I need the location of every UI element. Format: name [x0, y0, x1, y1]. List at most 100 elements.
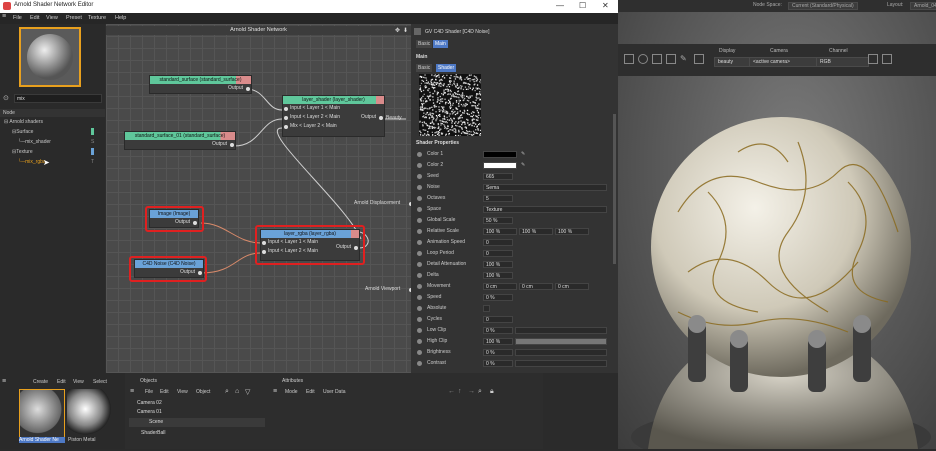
eyedropper-icon[interactable]: ✎	[521, 150, 525, 159]
port-input-dot[interactable]	[284, 116, 288, 120]
snapshot-icon[interactable]	[882, 54, 892, 64]
keyframe-icon[interactable]	[417, 284, 422, 289]
mat-menu-select[interactable]: Select	[93, 379, 107, 385]
filter-icon[interactable]: ▽	[245, 388, 250, 396]
attr-dropdown[interactable]: Sema	[483, 184, 607, 191]
attr-field-y[interactable]: 100 %	[519, 228, 553, 235]
attr-field[interactable]: 0	[483, 316, 513, 323]
attr-field-x[interactable]: 100 %	[483, 228, 517, 235]
attr-slider[interactable]	[515, 360, 607, 367]
obj-menu-view[interactable]: View	[177, 389, 188, 395]
keyframe-icon[interactable]	[417, 152, 422, 157]
attr-scrollbar[interactable]	[613, 114, 616, 264]
att-menu-edit[interactable]: Edit	[306, 389, 315, 395]
mat-menu-edit[interactable]: Edit	[57, 379, 66, 385]
att-menu-user-data[interactable]: User Data	[323, 389, 346, 395]
attr-slider[interactable]	[515, 327, 607, 334]
keyframe-icon[interactable]	[417, 339, 422, 344]
keyframe-icon[interactable]	[417, 174, 422, 179]
attr-dropdown[interactable]: Texture	[483, 206, 607, 213]
absolute-checkbox[interactable]	[483, 305, 490, 312]
attr-field-z[interactable]: 100 %	[555, 228, 589, 235]
attr-field[interactable]: 0 %	[483, 327, 513, 334]
search-icon[interactable]: ⌕	[225, 388, 229, 396]
keyframe-icon[interactable]	[417, 328, 422, 333]
keyframe-icon[interactable]	[417, 273, 422, 278]
tab-main[interactable]: Main	[433, 40, 448, 48]
hamburger-icon[interactable]: ≡	[2, 378, 6, 385]
port-output-dot[interactable]	[246, 87, 250, 91]
attr-field[interactable]: 0	[483, 239, 513, 246]
hamburger-icon[interactable]: ≡	[130, 388, 134, 395]
keyframe-icon[interactable]	[417, 262, 422, 267]
attr-field[interactable]: 665	[483, 173, 513, 180]
nav-back-icon[interactable]: ←	[448, 388, 455, 395]
subtab-shader[interactable]: Shader	[436, 64, 456, 72]
attr-field[interactable]: 100 %	[483, 272, 513, 279]
menu-texture[interactable]: Texture	[88, 15, 106, 21]
attr-field[interactable]: 0	[483, 250, 513, 257]
attr-slider[interactable]	[515, 349, 607, 356]
keyframe-icon[interactable]	[417, 317, 422, 322]
pencil-icon[interactable]: ✎	[680, 54, 690, 64]
port-output-dot[interactable]	[379, 116, 383, 120]
subtab-basic[interactable]: Basic	[416, 64, 432, 72]
lock-icon[interactable]: 🔒︎	[490, 388, 494, 396]
attr-field[interactable]: 0 %	[483, 294, 513, 301]
object-row-scene[interactable]: Scene	[129, 418, 265, 427]
obj-menu-file[interactable]: File	[145, 389, 153, 395]
att-menu-mode[interactable]: Mode	[285, 389, 298, 395]
channel-dropdown[interactable]: RGB	[816, 57, 869, 67]
home-icon[interactable]: ⌂	[235, 388, 239, 395]
tree-item-mix-shader[interactable]: └─mix_shader	[18, 139, 51, 145]
keyframe-icon[interactable]	[417, 295, 422, 300]
menu-help[interactable]: Help	[115, 15, 126, 21]
keyframe-icon[interactable]	[417, 251, 422, 256]
menu-file[interactable]: File	[13, 15, 22, 21]
crop-icon[interactable]	[666, 54, 676, 64]
port-output-dot[interactable]	[230, 143, 234, 147]
mat-menu-view[interactable]: View	[73, 379, 84, 385]
menu-edit[interactable]: Edit	[30, 15, 39, 21]
object-row-camera-02[interactable]: Camera 02	[129, 399, 265, 408]
attr-field-y[interactable]: 0 cm	[519, 283, 553, 290]
nav-up-icon[interactable]: ↑	[458, 388, 462, 395]
material-thumb-arnold[interactable]	[19, 389, 65, 439]
attr-field[interactable]: 5	[483, 195, 513, 202]
attr-field[interactable]: 100 %	[483, 338, 513, 345]
keyframe-icon[interactable]	[417, 306, 422, 311]
keyframe-icon[interactable]	[417, 350, 422, 355]
object-row-shaderball[interactable]: ShaderBall	[129, 429, 265, 438]
color1-swatch[interactable]	[483, 151, 517, 158]
node-space-dropdown[interactable]: Current (Standard/Physical)	[788, 2, 858, 10]
attr-field-x[interactable]: 0 cm	[483, 283, 517, 290]
display-dropdown[interactable]: beauty	[714, 57, 752, 67]
search-icon[interactable]: ⌕	[478, 388, 482, 396]
node-layer-shader[interactable]: layer_shader (layer_shader) Input < Laye…	[282, 95, 385, 137]
node-standard-surface[interactable]: standard_surface (standard_surface) Outp…	[149, 75, 252, 94]
tree-item-texture[interactable]: ⊟Texture	[12, 149, 33, 155]
keyframe-icon[interactable]	[417, 207, 422, 212]
color2-swatch[interactable]	[483, 162, 517, 169]
hamburger-icon[interactable]: ≡	[273, 388, 277, 395]
attr-field[interactable]: 0 %	[483, 349, 513, 356]
attr-field-z[interactable]: 0 cm	[555, 283, 589, 290]
attr-slider[interactable]	[515, 338, 607, 345]
tree-item-mix-rgba[interactable]: └─mix_rgba	[18, 159, 46, 165]
menu-preset[interactable]: Preset	[66, 15, 82, 21]
search-input[interactable]: mix	[14, 94, 102, 103]
keyframe-icon[interactable]	[417, 361, 422, 366]
render-viewport[interactable]	[618, 12, 936, 449]
node-standard-surface-01[interactable]: standard_surface_01 (standard_surface) O…	[124, 131, 236, 150]
object-row-camera-01[interactable]: Camera 01	[129, 408, 265, 417]
eyedropper-icon[interactable]: ✎	[521, 161, 525, 170]
attr-field[interactable]: 100 %	[483, 261, 513, 268]
layout-dropdown[interactable]: Arnold_04	[910, 2, 936, 10]
keyframe-icon[interactable]	[417, 196, 422, 201]
tree-item-surface[interactable]: ⊟Surface	[12, 129, 33, 135]
tab-basic[interactable]: Basic	[416, 40, 432, 48]
safe-frame-icon[interactable]	[638, 54, 648, 64]
material-thumb-piston[interactable]	[67, 389, 113, 439]
port-input-dot[interactable]	[284, 107, 288, 111]
keyframe-icon[interactable]	[417, 240, 422, 245]
